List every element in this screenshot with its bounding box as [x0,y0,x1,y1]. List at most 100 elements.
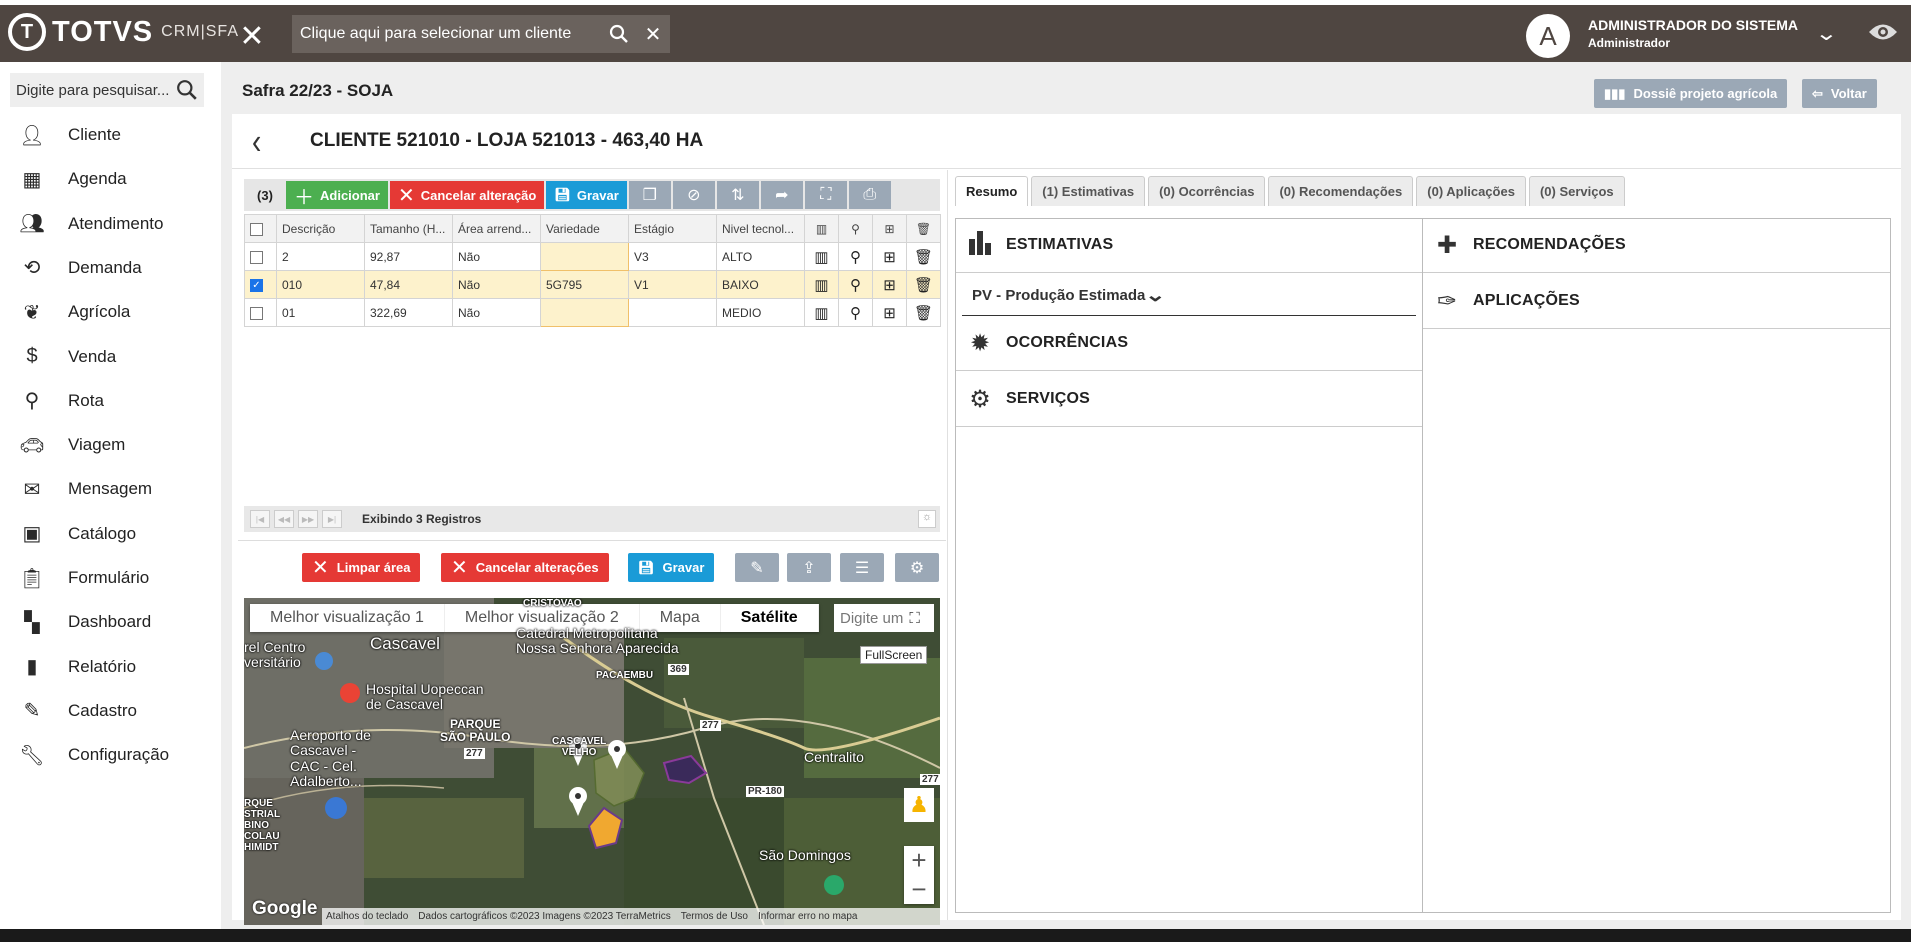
trash-icon[interactable]: 🗑︎ [906,242,941,271]
search-icon[interactable] [176,79,198,101]
cell-area[interactable]: Não [452,242,541,271]
fullscreen-icon[interactable]: ⛶ [804,181,847,209]
sidebar-item-rota[interactable]: ⚲ Rota [0,381,221,421]
add-file-icon[interactable]: ⊞ [872,242,907,271]
sidebar-item-cadastro[interactable]: ✎ Cadastro [0,691,221,731]
keyboard-shortcuts-link[interactable]: Atalhos do teclado [326,911,408,922]
column-header[interactable]: Estágio [628,214,717,243]
cell-area[interactable]: Não [452,270,541,299]
eye-icon[interactable] [1868,19,1898,50]
section-recomendacoes[interactable]: ✚ RECOMENDAÇÕES [1423,218,1890,273]
tab-recomendacoes[interactable]: (0) Recomendações [1268,176,1414,206]
cell-descricao[interactable]: 01 [276,298,365,327]
chevron-down-icon[interactable]: ⌄ [1815,21,1838,46]
sort-icon[interactable]: ⇅ [716,181,759,209]
voltar-button[interactable]: ⇦ Voltar [1802,79,1877,108]
map-icon[interactable]: ▥ [804,270,839,299]
estimate-type-select[interactable]: PV - Produção Estimada ⌄ [962,276,1416,316]
totvs-logo[interactable]: T TOTVS CRM|SFA [8,13,239,51]
tab-aplicacoes[interactable]: (0) Aplicações [1416,176,1526,206]
map-search-input[interactable]: Digite um ⛶ [834,604,934,632]
prev-page-button[interactable]: ◀◀ [274,510,294,528]
next-page-button[interactable]: ▶▶ [298,510,318,528]
back-chevron-icon[interactable]: ‹ [252,121,261,163]
cell-tamanho[interactable]: 92,87 [364,242,453,271]
table-row[interactable]: ✓ 010 47,84 Não 5G795 V1 BAIXO ▥ ⚲ ⊞ 🗑︎ [244,270,941,299]
cell-estagio[interactable]: V3 [628,242,717,271]
map-pin-icon[interactable]: ⚲ [838,242,873,271]
sidebar-item-catalogo[interactable]: ▣ Catálogo [0,514,221,554]
column-header[interactable]: Tamanho (H... [364,214,453,243]
sidebar-item-cliente[interactable]: 👤︎ Cliente [0,115,221,155]
sidebar-item-viagem[interactable]: 🚗︎ Viagem [0,425,221,465]
brush-icon[interactable]: ✎ [735,553,779,582]
add-button[interactable]: ＋ Adicionar [286,181,388,209]
save-button[interactable]: 💾︎ Gravar [546,181,627,209]
cell-variedade[interactable]: 5G795 [540,270,629,299]
map-pin-icon[interactable]: ⚲ [838,298,873,327]
share-icon[interactable]: ➦ [760,181,803,209]
terms-link[interactable]: Termos de Uso [681,911,748,922]
cell-area[interactable]: Não [452,298,541,327]
add-file-icon[interactable]: ⊞ [872,270,907,299]
section-servicos[interactable]: ⚙ SERVIÇOS [956,372,1422,427]
client-selector[interactable]: Clique aqui para selecionar um cliente ✕ [292,15,670,53]
map-icon[interactable]: ▥ [804,298,839,327]
section-ocorrencias[interactable]: ✹ OCORRÊNCIAS [956,316,1422,371]
row-checkbox[interactable]: ✓ [244,270,277,299]
upload-icon[interactable]: ⇪ [787,553,831,582]
search-icon[interactable] [602,15,636,53]
map-save-button[interactable]: 💾︎ Gravar [628,553,715,582]
map-tab-satelite[interactable]: Satélite [721,604,819,632]
cell-nivel[interactable]: BAIXO [716,270,805,299]
tab-estimativas[interactable]: (1) Estimativas [1031,176,1146,206]
map-icon[interactable]: ▥ [804,242,839,271]
expand-icon[interactable]: ⛶ [909,610,920,627]
zoom-in-button[interactable]: + [904,845,934,875]
sidebar-item-atendimento[interactable]: 👥︎ Atendimento [0,204,221,244]
cell-descricao[interactable]: 010 [276,270,365,299]
tab-resumo[interactable]: Resumo [955,176,1029,206]
sidebar-item-configuracao[interactable]: 🔧︎ Configuração [0,735,221,775]
cell-tamanho[interactable]: 322,69 [364,298,453,327]
select-all-checkbox[interactable] [244,214,277,243]
last-page-button[interactable]: ▶| [322,510,342,528]
clear-area-button[interactable]: ✕ Limpar área [302,553,421,582]
first-page-button[interactable]: |◀ [250,510,270,528]
gear-icon[interactable]: ⚙ [895,553,939,582]
tab-ocorrencias[interactable]: (0) Ocorrências [1148,176,1266,206]
sidebar-item-formulario[interactable]: 📋︎ Formulário [0,558,221,598]
lightbulb-icon[interactable]: ☼ [918,510,936,528]
sidebar-item-demanda[interactable]: ⟲ Demanda [0,248,221,288]
cell-variedade[interactable] [540,242,629,271]
table-row[interactable]: 2 92,87 Não V3 ALTO ▥ ⚲ ⊞ 🗑︎ [244,242,941,271]
cancel-changes-button[interactable]: ✕ Cancelar alterações [441,553,609,582]
map-pin-icon[interactable]: ⚲ [838,270,873,299]
table-row[interactable]: 01 322,69 Não MEDIO ▥ ⚲ ⊞ 🗑︎ [244,298,941,327]
report-error-link[interactable]: Informar erro no mapa [758,911,858,922]
column-header[interactable]: Variedade [540,214,629,243]
trash-icon[interactable]: 🗑︎ [906,270,941,299]
sidebar-item-dashboard[interactable]: ▚ Dashboard [0,602,221,642]
cell-tamanho[interactable]: 47,84 [364,270,453,299]
section-aplicacoes[interactable]: ✑ APLICAÇÕES [1423,274,1890,329]
cell-variedade[interactable] [540,298,629,327]
cell-nivel[interactable]: MEDIO [716,298,805,327]
sidebar-item-agenda[interactable]: ▦ Agenda [0,159,221,199]
cancel-change-button[interactable]: ✕ Cancelar alteração [389,181,545,209]
section-estimativas[interactable]: ESTIMATIVAS [956,218,1422,273]
close-menu-icon[interactable]: ✕ [234,18,270,54]
copy-icon[interactable]: ❐ [628,181,671,209]
trash-icon[interactable]: 🗑︎ [906,298,941,327]
street-view-pegman-icon[interactable]: ♟ [904,788,934,822]
dossie-button[interactable]: ▮▮▮ Dossiê projeto agrícola [1594,79,1788,108]
tab-servicos[interactable]: (0) Serviços [1528,176,1625,206]
row-checkbox[interactable] [244,242,277,271]
add-file-icon[interactable]: ⊞ [872,298,907,327]
sidebar-item-mensagem[interactable]: ✉ Mensagem [0,469,221,509]
satellite-map[interactable]: Melhor visualização 1 Melhor visualizaçã… [244,598,940,925]
map-tab-1[interactable]: Melhor visualização 1 [250,604,445,632]
column-header[interactable]: Nivel tecnol... [716,214,805,243]
cell-estagio[interactable] [628,298,717,327]
column-header[interactable]: Descrição [276,214,365,243]
